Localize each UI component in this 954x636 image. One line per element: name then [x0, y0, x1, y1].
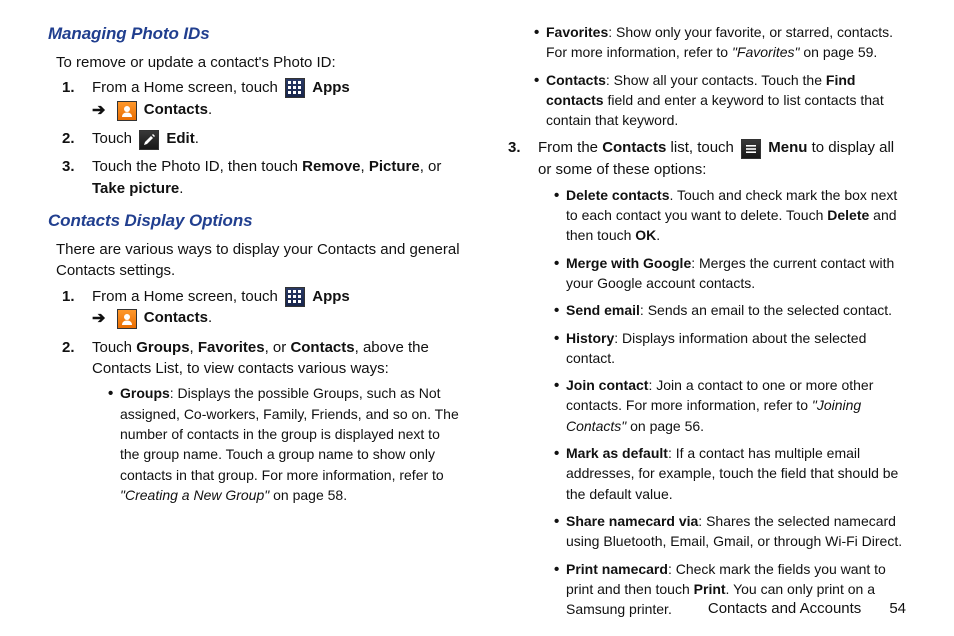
manual-page: Managing Photo IDs To remove or update a… — [0, 0, 954, 600]
menu-delete: Delete contacts. Touch and check mark th… — [554, 185, 906, 246]
xref-favorites: "Favorites" — [732, 44, 800, 60]
menu-merge: Merge with Google: Merges the current co… — [554, 253, 906, 294]
menu-options: Delete contacts. Touch and check mark th… — [538, 185, 906, 620]
step-1: 1. From a Home screen, touch Apps ➔ Cont… — [86, 286, 460, 331]
bullet-contacts: Contacts: Show all your contacts. Touch … — [534, 70, 906, 131]
menu-send-email: Send email: Sends an email to the select… — [554, 300, 906, 320]
intro-text: There are various ways to display your C… — [56, 239, 460, 282]
opt-desc: : Sends an email to the selected contact… — [640, 302, 892, 318]
contacts-icon — [117, 101, 137, 121]
bullet-favorites: Favorites: Show only your favorite, or s… — [534, 22, 906, 63]
step-text: From a Home screen, touch — [92, 79, 282, 96]
step-text: From the — [538, 139, 602, 156]
menu-mark-default: Mark as default: If a contact has multip… — [554, 443, 906, 504]
opt-label: Join contact — [566, 377, 648, 393]
step-text: list, touch — [666, 139, 738, 156]
step-3: 3. From the Contacts list, touch Menu to… — [532, 137, 906, 619]
arrow-icon: ➔ — [92, 308, 105, 331]
opt-label: Send email — [566, 302, 640, 318]
opt-label: Print namecard — [566, 561, 668, 577]
ok-label: OK — [635, 227, 656, 243]
groups-bold: Groups — [120, 385, 170, 401]
xref-page: on page 56. — [626, 418, 704, 434]
menu-label: Menu — [768, 139, 807, 156]
favorites-label: Favorites — [198, 339, 265, 356]
remove-label: Remove — [302, 158, 360, 175]
bullet-list-cont: Favorites: Show only your favorite, or s… — [494, 22, 906, 130]
delete-label: Delete — [827, 207, 869, 223]
menu-share-namecard: Share namecard via: Shares the selected … — [554, 511, 906, 552]
steps-managing: 1. From a Home screen, touch Apps ➔ Cont… — [48, 77, 460, 199]
contacts-label: Contacts — [144, 309, 208, 326]
left-column: Managing Photo IDs To remove or update a… — [48, 22, 460, 592]
menu-join: Join contact: Join a contact to one or m… — [554, 375, 906, 436]
favorites-bold: Favorites — [546, 24, 608, 40]
apps-icon — [285, 78, 305, 98]
arrow-icon: ➔ — [92, 100, 105, 123]
steps-menu: 3. From the Contacts list, touch Menu to… — [494, 137, 906, 619]
opt-label: Delete contacts — [566, 187, 669, 203]
step-3: 3. Touch the Photo ID, then touch Remove… — [86, 156, 460, 199]
opt-label: Merge with Google — [566, 255, 691, 271]
menu-history: History: Displays information about the … — [554, 328, 906, 369]
bullet-list: Groups: Displays the possible Groups, su… — [92, 383, 460, 505]
bullet-groups: Groups: Displays the possible Groups, su… — [108, 383, 460, 505]
contacts-icon — [117, 309, 137, 329]
print-label: Print — [694, 581, 726, 597]
groups-desc: : Displays the possible Groups, such as … — [120, 385, 459, 482]
xref-creating-group: "Creating a New Group" — [120, 487, 269, 503]
edit-label: Edit — [166, 130, 194, 147]
groups-label: Groups — [136, 339, 189, 356]
menu-print-namecard: Print namecard: Check mark the fields yo… — [554, 559, 906, 620]
step-text: Touch — [92, 130, 136, 147]
heading-contacts-display: Contacts Display Options — [48, 209, 460, 233]
contacts-list-label: Contacts — [602, 139, 666, 156]
picture-label: Picture — [369, 158, 420, 175]
right-column: Favorites: Show only your favorite, or s… — [494, 22, 906, 592]
xref-page: on page 59. — [799, 44, 877, 60]
intro-text: To remove or update a contact's Photo ID… — [56, 52, 460, 73]
steps-display: 1. From a Home screen, touch Apps ➔ Cont… — [48, 286, 460, 505]
step-2: 2. Touch Groups, Favorites, or Contacts,… — [86, 337, 460, 505]
edit-icon — [139, 130, 159, 150]
step-1: 1. From a Home screen, touch Apps ➔ Cont… — [86, 77, 460, 122]
xref-page: on page 58. — [269, 487, 347, 503]
step-text: Touch — [92, 339, 136, 356]
contacts-bold: Contacts — [546, 72, 606, 88]
heading-managing-photo-ids: Managing Photo IDs — [48, 22, 460, 46]
take-picture-label: Take picture — [92, 180, 179, 197]
contacts-desc: : Show all your contacts. Touch the — [606, 72, 826, 88]
apps-icon — [285, 287, 305, 307]
opt-label: Mark as default — [566, 445, 668, 461]
step-text: Touch the Photo ID, then touch — [92, 158, 302, 175]
apps-label: Apps — [312, 288, 350, 305]
apps-label: Apps — [312, 79, 350, 96]
opt-label: History — [566, 330, 614, 346]
step-text: From a Home screen, touch — [92, 288, 282, 305]
contacts-tab-label: Contacts — [290, 339, 354, 356]
contacts-label: Contacts — [144, 101, 208, 118]
step-2: 2. Touch Edit. — [86, 128, 460, 150]
menu-icon — [741, 139, 761, 159]
opt-label: Share namecard via — [566, 513, 698, 529]
